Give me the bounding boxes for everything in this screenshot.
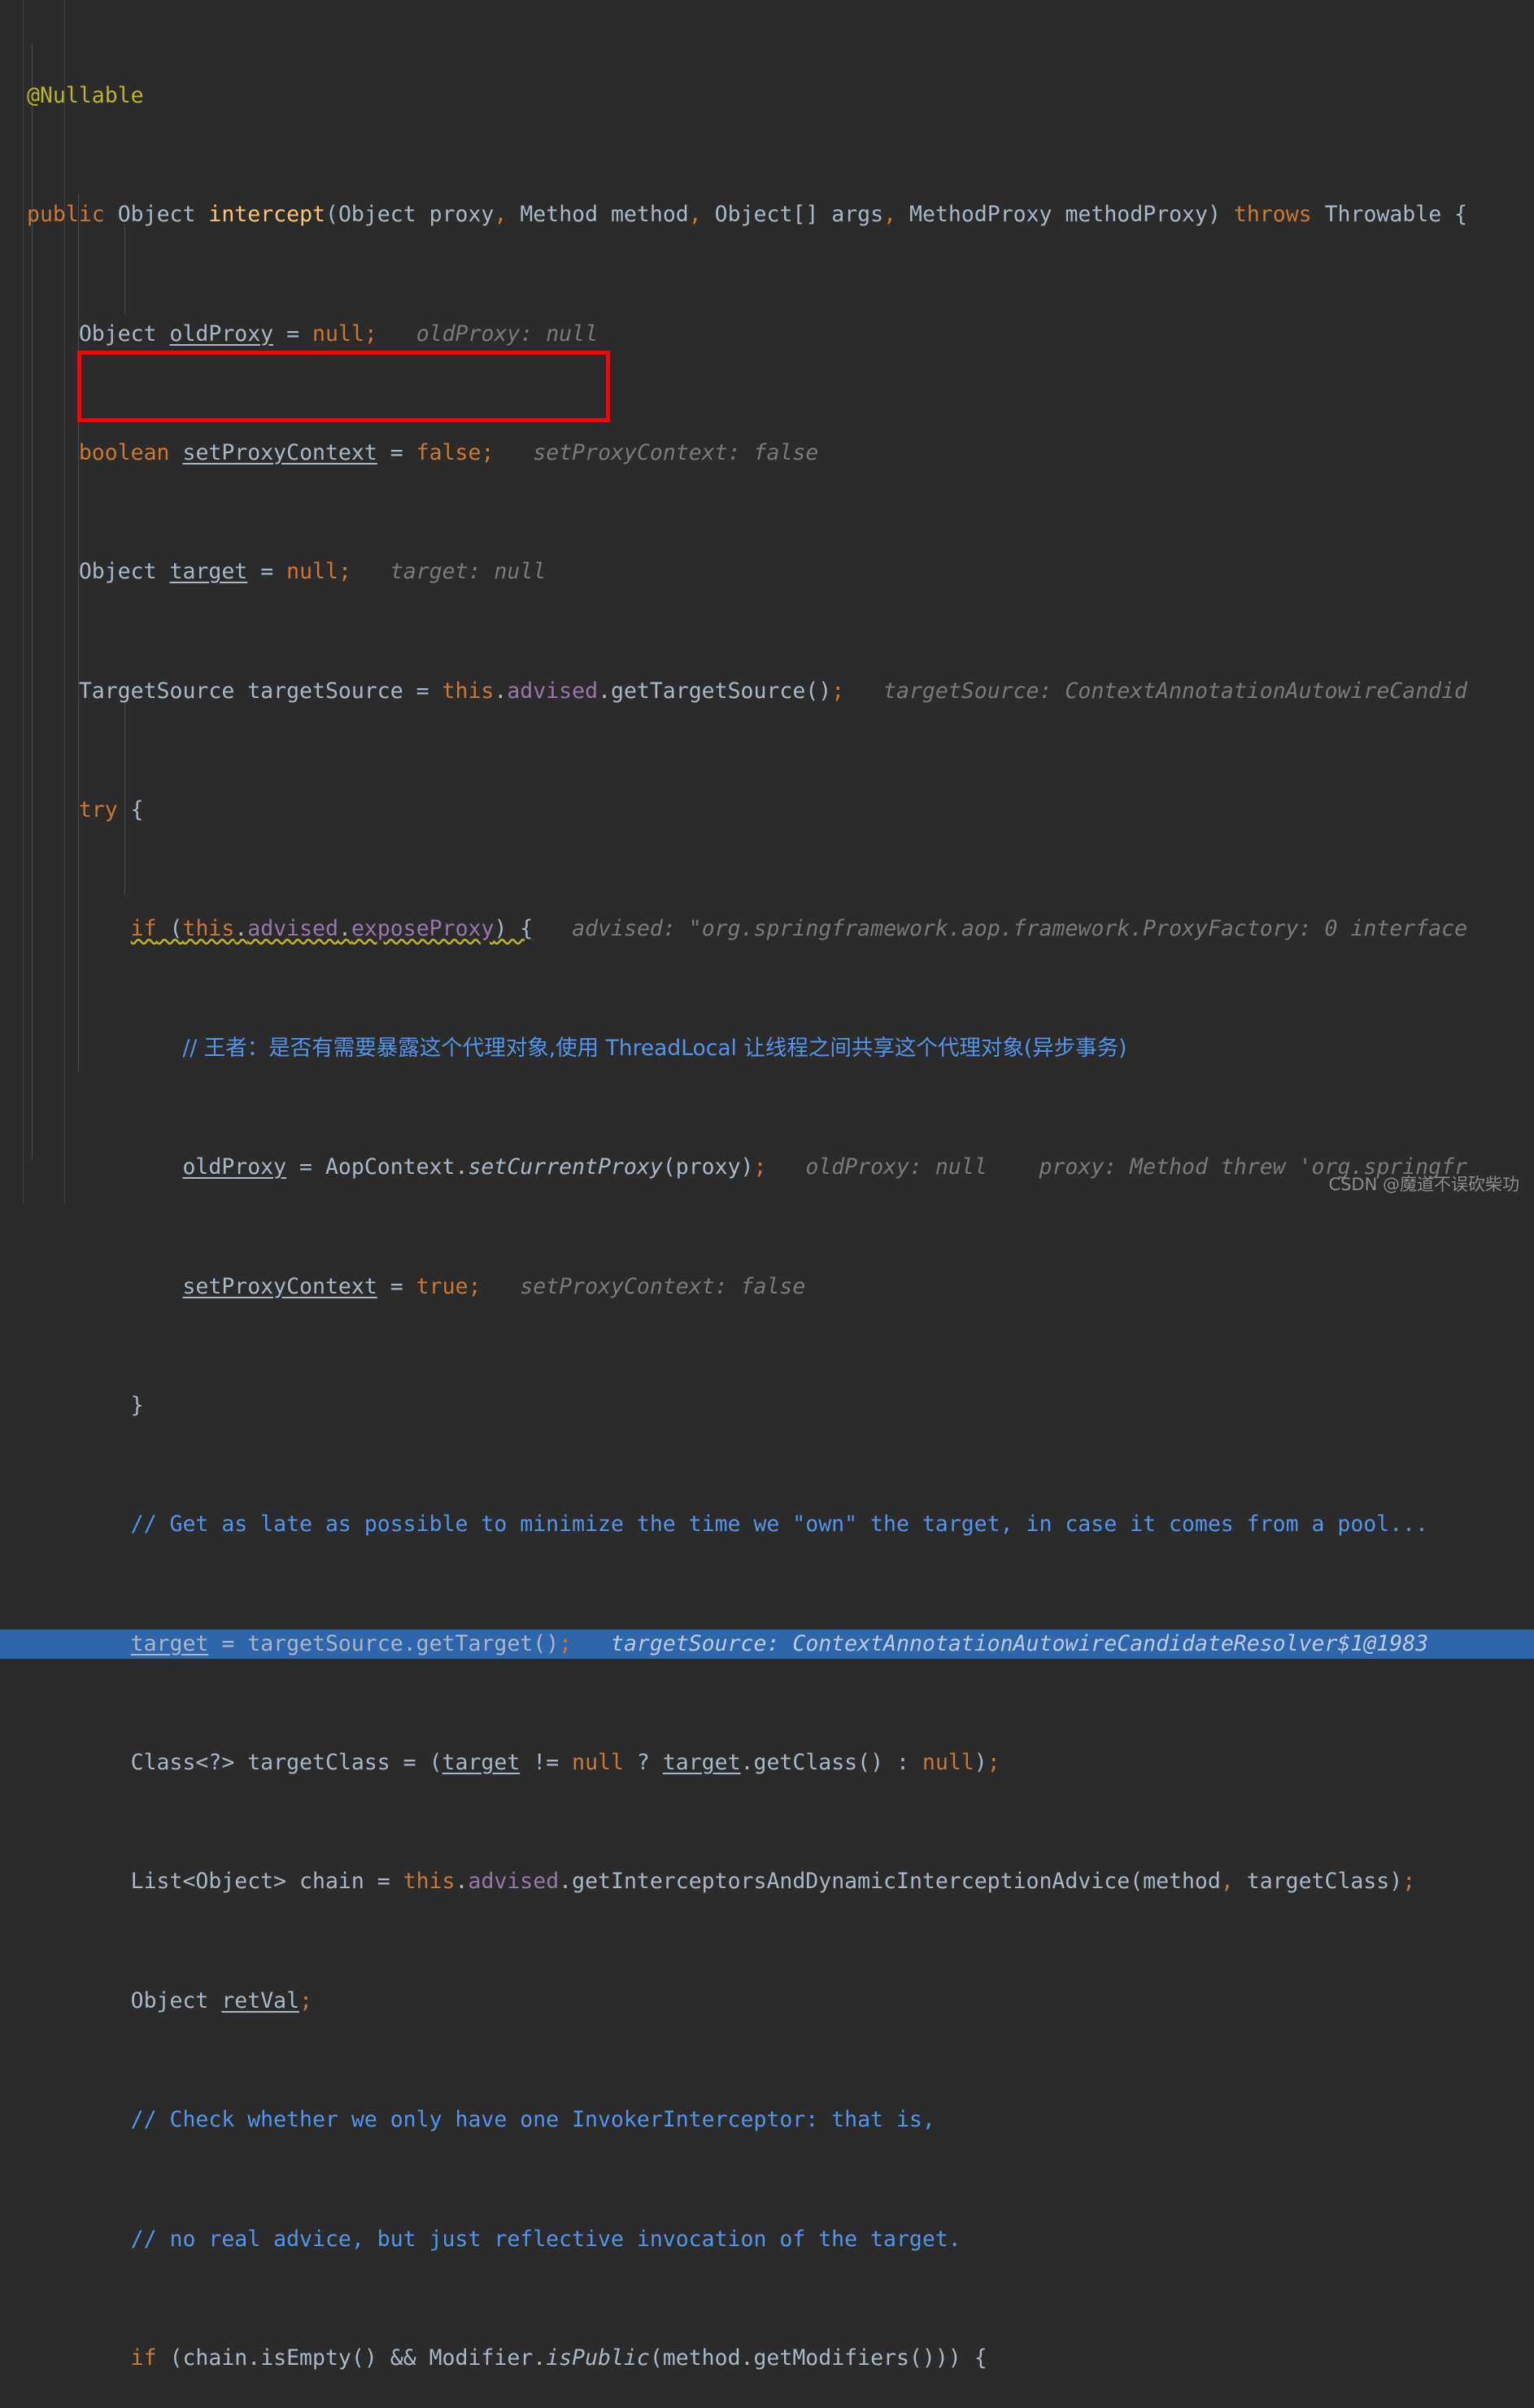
code-line-7[interactable]: try { (0, 796, 1534, 826)
code-line-19[interactable]: // no real advice, but just reflective i… (0, 2225, 1534, 2255)
code-line-1[interactable]: @Nullable (0, 81, 1534, 111)
code-line-8[interactable]: if (this.advised.exposeProxy) { advised:… (0, 914, 1534, 944)
code-line-12[interactable]: } (0, 1391, 1534, 1421)
code-line-2[interactable]: public Object intercept(Object proxy, Me… (0, 200, 1534, 230)
code-editor[interactable]: @Nullable public Object intercept(Object… (0, 0, 1534, 2371)
code-line-11[interactable]: setProxyContext = true; setProxyContext:… (0, 1272, 1534, 1302)
code-content[interactable]: @Nullable public Object intercept(Object… (0, 0, 1534, 2408)
watermark-text: CSDN @魔道不误砍柴功 (1328, 1175, 1519, 1194)
code-line-16[interactable]: List<Object> chain = this.advised.getInt… (0, 1867, 1534, 1897)
code-line-6[interactable]: TargetSource targetSource = this.advised… (0, 677, 1534, 707)
code-line-14-execution-highlight[interactable]: target = targetSource.getTarget(); targe… (0, 1629, 1534, 1660)
code-line-10[interactable]: oldProxy = AopContext.setCurrentProxy(pr… (0, 1153, 1534, 1183)
code-line-18[interactable]: // Check whether we only have one Invoke… (0, 2105, 1534, 2135)
code-line-15[interactable]: Class<?> targetClass = (target != null ?… (0, 1748, 1534, 1778)
code-line-5[interactable]: Object target = null; target: null (0, 557, 1534, 587)
chinese-comment-text: // 王者：是否有需要暴露这个代理对象,使用 ThreadLocal 让线程之间… (182, 1035, 1127, 1061)
code-line-20[interactable]: if (chain.isEmpty() && Modifier.isPublic… (0, 2344, 1534, 2374)
code-line-13[interactable]: // Get as late as possible to minimize t… (0, 1510, 1534, 1540)
code-line-4[interactable]: boolean setProxyContext = false; setProx… (0, 438, 1534, 469)
code-line-9-chinese-comment[interactable]: // 王者：是否有需要暴露这个代理对象,使用 ThreadLocal 让线程之间… (0, 1034, 1534, 1064)
code-line-3[interactable]: Object oldProxy = null; oldProxy: null (0, 320, 1534, 350)
code-line-17[interactable]: Object retVal; (0, 1987, 1534, 2017)
